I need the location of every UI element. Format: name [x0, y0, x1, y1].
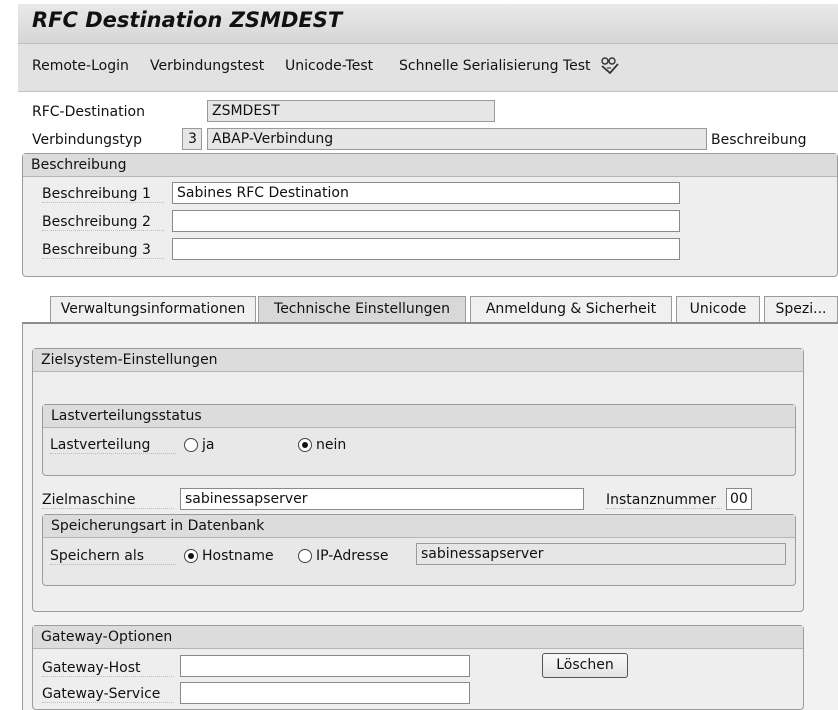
fast-serialization-test-button[interactable]: Schnelle Serialisierung Test	[399, 58, 591, 74]
rfc-destination-label: RFC-Destination	[32, 104, 145, 120]
rfc-destination-field[interactable]: ZSMDEST	[207, 100, 495, 122]
description-3-label: Beschreibung 3	[42, 242, 164, 259]
instance-number-label: Instanznummer	[606, 492, 722, 509]
description-1-label: Beschreibung 1	[42, 186, 164, 203]
load-balancing-no-label[interactable]: nein	[316, 437, 346, 453]
save-as-ip-label[interactable]: IP-Adresse	[316, 548, 389, 564]
gateway-service-field[interactable]	[180, 682, 470, 704]
target-host-label: Zielmaschine	[42, 492, 174, 509]
save-as-label: Speichern als	[50, 548, 176, 565]
tab-technical-settings[interactable]: Technische Einstellungen	[258, 296, 466, 322]
connection-test-button[interactable]: Verbindungstest	[150, 58, 264, 74]
unicode-test-button[interactable]: Unicode-Test	[285, 58, 373, 74]
save-as-hostname-label[interactable]: Hostname	[202, 548, 274, 564]
description-2-field[interactable]	[172, 210, 680, 232]
load-balancing-yes-radio[interactable]	[184, 438, 198, 452]
tab-logon-security[interactable]: Anmeldung & Sicherheit	[470, 296, 672, 322]
gateway-host-field[interactable]	[180, 655, 470, 677]
storage-type-title: Speicherungsart in Datenbank	[43, 515, 795, 538]
tab-special[interactable]: Spezi...	[764, 296, 838, 322]
description-group-title: Beschreibung	[23, 154, 837, 177]
load-balancing-title: Lastverteilungsstatus	[43, 405, 795, 428]
tab-administration[interactable]: Verwaltungsinformationen	[50, 296, 256, 322]
remote-login-button[interactable]: Remote-Login	[32, 58, 129, 74]
target-system-title: Zielsystem-Einstellungen	[33, 349, 803, 372]
storage-host-field[interactable]: sabinessapserver	[416, 543, 786, 565]
gateway-host-label: Gateway-Host	[42, 660, 174, 677]
save-as-hostname-radio[interactable]	[184, 549, 198, 563]
load-balancing-yes-label[interactable]: ja	[202, 437, 214, 453]
glasses-icon[interactable]	[598, 54, 622, 76]
load-balancing-label: Lastverteilung	[50, 437, 176, 454]
window-title: RFC Destination ZSMDEST	[32, 8, 343, 32]
connection-type-code-field[interactable]: 3	[182, 128, 202, 150]
save-as-ip-radio[interactable]	[298, 549, 312, 563]
target-host-field[interactable]: sabinessapserver	[180, 488, 584, 510]
connection-type-label: Verbindungstyp	[32, 132, 142, 148]
delete-button[interactable]: Löschen	[542, 653, 628, 678]
instance-number-field[interactable]: 00	[726, 488, 752, 510]
gateway-service-label: Gateway-Service	[42, 686, 174, 703]
tab-unicode[interactable]: Unicode	[676, 296, 760, 322]
load-balancing-no-radio[interactable]	[298, 438, 312, 452]
description-3-field[interactable]	[172, 238, 680, 260]
gateway-options-title: Gateway-Optionen	[33, 626, 803, 649]
connection-type-field[interactable]: ABAP-Verbindung	[207, 128, 707, 150]
description-link[interactable]: Beschreibung	[711, 132, 807, 148]
description-2-label: Beschreibung 2	[42, 214, 164, 231]
description-1-field[interactable]: Sabines RFC Destination	[172, 182, 680, 204]
